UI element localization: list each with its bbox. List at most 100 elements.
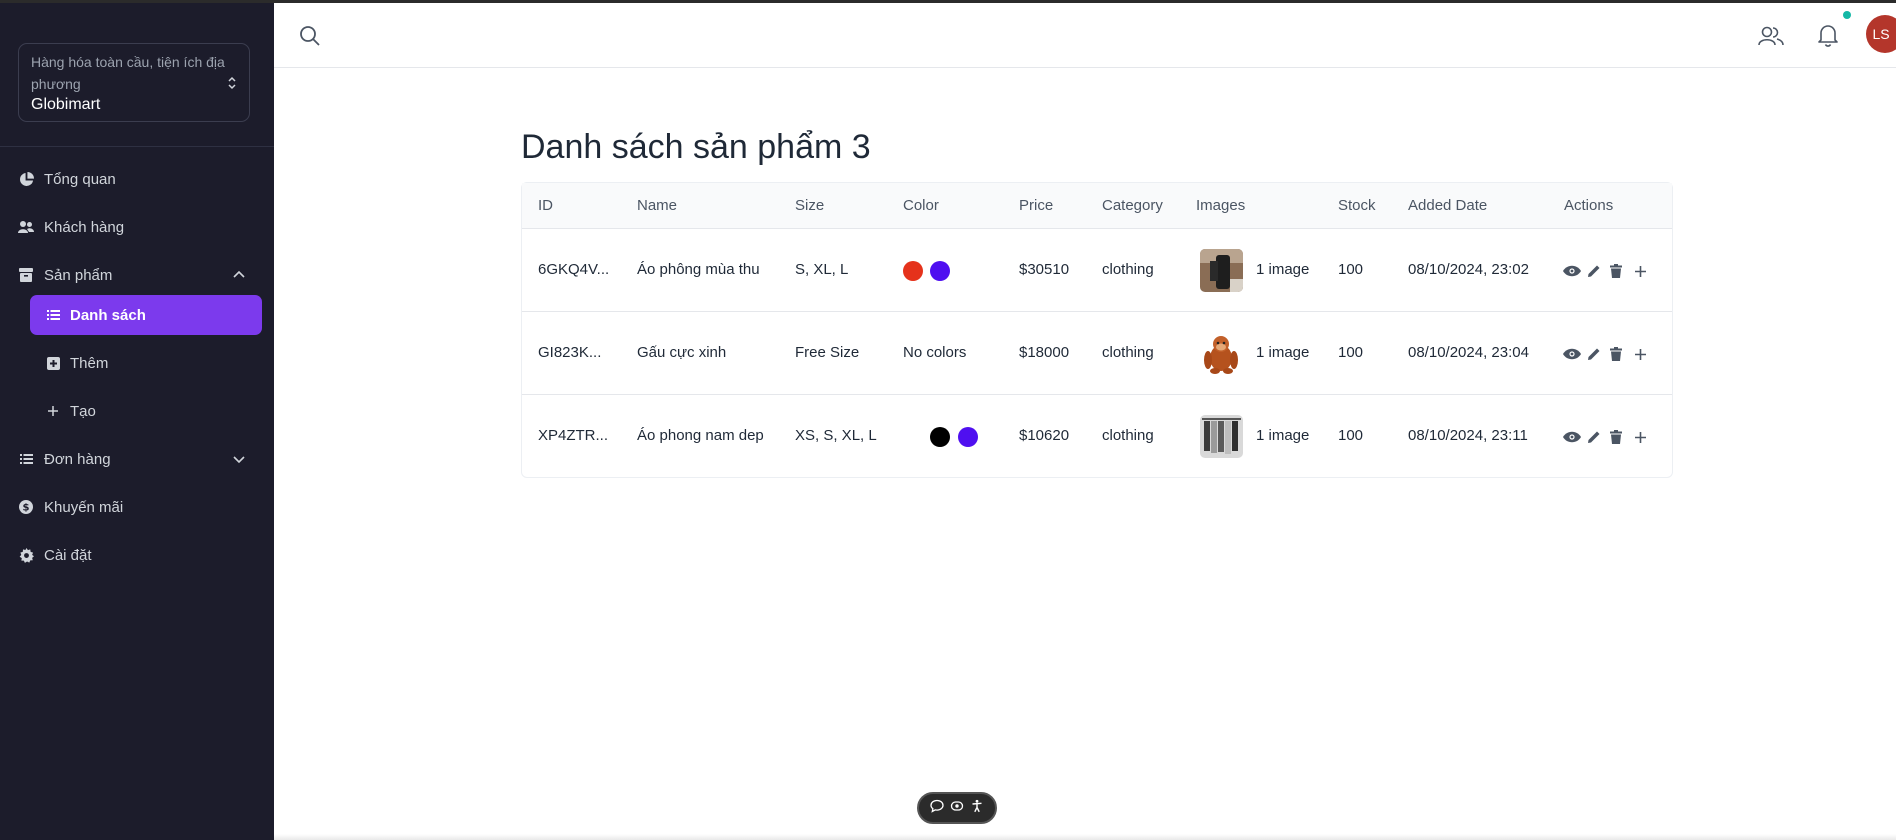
eye-toggle-icon[interactable] <box>950 799 964 818</box>
sidebar-item-product-list[interactable]: Danh sách <box>30 295 262 335</box>
column-header-size[interactable]: Size <box>795 197 824 214</box>
cell-images: 1 image <box>1256 344 1310 361</box>
pencil-icon[interactable] <box>1585 345 1603 363</box>
column-header-price[interactable]: Price <box>1019 197 1053 214</box>
cell-stock: 100 <box>1338 344 1364 361</box>
product-thumbnail[interactable] <box>1200 332 1243 375</box>
sidebar-item-orders[interactable]: Đơn hàng <box>18 443 262 475</box>
cell-added-date: 08/10/2024, 23:04 <box>1408 344 1529 361</box>
contacts-icon[interactable] <box>1758 24 1784 48</box>
sidebar-item-customers[interactable]: Khách hàng <box>18 211 262 243</box>
cell-id: XP4ZTR... <box>538 427 609 444</box>
column-header-actions: Actions <box>1564 197 1614 214</box>
svg-text:$: $ <box>23 503 30 514</box>
color-swatch <box>930 261 950 281</box>
cell-images: 1 image <box>1256 261 1310 278</box>
notification-dot <box>1843 11 1851 19</box>
cell-id: GI823K... <box>538 344 602 361</box>
plus-icon[interactable] <box>1631 428 1649 446</box>
color-swatch <box>958 427 978 447</box>
table-row[interactable]: XP4ZTR... Áo phong nam dep XS, S, XL, L … <box>522 395 1672 478</box>
trash-icon[interactable] <box>1607 345 1625 363</box>
sidebar-divider <box>0 146 274 147</box>
sidebar-item-promotions[interactable]: $ Khuyến mãi <box>18 491 262 523</box>
dollar-circle-icon: $ <box>18 499 34 515</box>
users-icon <box>18 219 34 235</box>
plus-icon <box>46 403 60 419</box>
accessibility-icon[interactable] <box>970 799 984 818</box>
cell-color: No colors <box>903 344 967 361</box>
page-bottom-edge <box>274 834 1896 840</box>
cell-name: Áo phông mùa thu <box>637 261 760 278</box>
sidebar-item-label: Khách hàng <box>44 218 125 236</box>
cell-name: Áo phong nam dep <box>637 427 764 444</box>
column-header-category[interactable]: Category <box>1102 197 1163 214</box>
sidebar-item-label: Khuyến mãi <box>44 498 124 516</box>
table-header: ID Name Size Color Price Category Images… <box>522 183 1672 229</box>
cell-images: 1 image <box>1256 427 1310 444</box>
sidebar-item-overview[interactable]: Tổng quan <box>18 163 262 195</box>
cell-size: Free Size <box>795 344 860 361</box>
color-swatch <box>903 261 923 281</box>
cell-category: clothing <box>1102 261 1154 278</box>
sidebar-item-products[interactable]: Sản phẩm <box>18 259 262 291</box>
column-header-id[interactable]: ID <box>538 197 553 214</box>
cell-size: S, XL, L <box>795 261 849 278</box>
cell-stock: 100 <box>1338 427 1364 444</box>
table-row[interactable]: 6GKQ4V... Áo phông mùa thu S, XL, L $305… <box>522 229 1672 312</box>
cell-name: Gấu cực xinh <box>637 344 727 361</box>
cell-added-date: 08/10/2024, 23:02 <box>1408 261 1529 278</box>
cell-category: clothing <box>1102 427 1154 444</box>
search-icon[interactable] <box>298 24 322 48</box>
chevron-up-down-icon <box>228 76 236 90</box>
eye-icon[interactable] <box>1563 345 1581 363</box>
column-header-added-date[interactable]: Added Date <box>1408 197 1487 214</box>
color-swatch <box>930 427 950 447</box>
bell-icon[interactable] <box>1816 22 1840 48</box>
cell-price: $18000 <box>1019 344 1070 361</box>
sidebar-item-label: Đơn hàng <box>44 450 111 468</box>
eye-icon[interactable] <box>1563 262 1581 280</box>
cell-category: clothing <box>1102 344 1154 361</box>
column-header-color[interactable]: Color <box>903 197 939 214</box>
plus-square-icon <box>46 355 60 371</box>
plus-icon[interactable] <box>1631 262 1649 280</box>
sidebar-item-label: Sản phẩm <box>44 266 113 284</box>
cell-size: XS, S, XL, L <box>795 427 877 444</box>
sidebar-item-label: Tổng quan <box>44 170 116 188</box>
sidebar-item-product-add[interactable]: Thêm <box>30 343 262 383</box>
chat-icon[interactable] <box>930 799 944 818</box>
sidebar-item-label: Tạo <box>70 402 96 420</box>
window-top-border <box>0 0 1896 3</box>
sidebar-item-product-create[interactable]: Tạo <box>30 391 262 431</box>
sidebar-item-settings[interactable]: Cài đặt <box>18 539 262 571</box>
workspace-switcher[interactable]: Hàng hóa toàn cầu, tiện ích địa phương G… <box>18 43 250 122</box>
top-bar <box>274 3 1896 68</box>
cell-id: 6GKQ4V... <box>538 261 610 278</box>
trash-icon[interactable] <box>1607 262 1625 280</box>
workspace-subtitle: Hàng hóa toàn cầu, tiện ích địa phương <box>31 54 225 92</box>
chevron-down-icon <box>233 456 245 464</box>
plus-icon[interactable] <box>1631 345 1649 363</box>
cell-price: $10620 <box>1019 427 1070 444</box>
floating-toolbar <box>917 792 997 824</box>
trash-icon[interactable] <box>1607 428 1625 446</box>
sidebar: Hàng hóa toàn cầu, tiện ích địa phương G… <box>0 0 274 840</box>
table-row[interactable]: GI823K... Gấu cực xinh Free Size No colo… <box>522 312 1672 395</box>
avatar[interactable]: LS <box>1866 15 1896 53</box>
cell-stock: 100 <box>1338 261 1364 278</box>
column-header-images[interactable]: Images <box>1196 197 1245 214</box>
pencil-icon[interactable] <box>1585 428 1603 446</box>
pencil-icon[interactable] <box>1585 262 1603 280</box>
column-header-name[interactable]: Name <box>637 197 677 214</box>
cell-added-date: 08/10/2024, 23:11 <box>1408 427 1528 444</box>
product-thumbnail[interactable] <box>1200 249 1243 292</box>
product-thumbnail[interactable] <box>1200 415 1243 458</box>
sidebar-item-label: Danh sách <box>70 306 146 324</box>
list-icon <box>18 451 34 467</box>
sidebar-item-label: Thêm <box>70 354 109 372</box>
pie-chart-icon <box>18 171 34 187</box>
column-header-stock[interactable]: Stock <box>1338 197 1376 214</box>
eye-icon[interactable] <box>1563 428 1581 446</box>
chevron-up-icon <box>233 270 245 278</box>
